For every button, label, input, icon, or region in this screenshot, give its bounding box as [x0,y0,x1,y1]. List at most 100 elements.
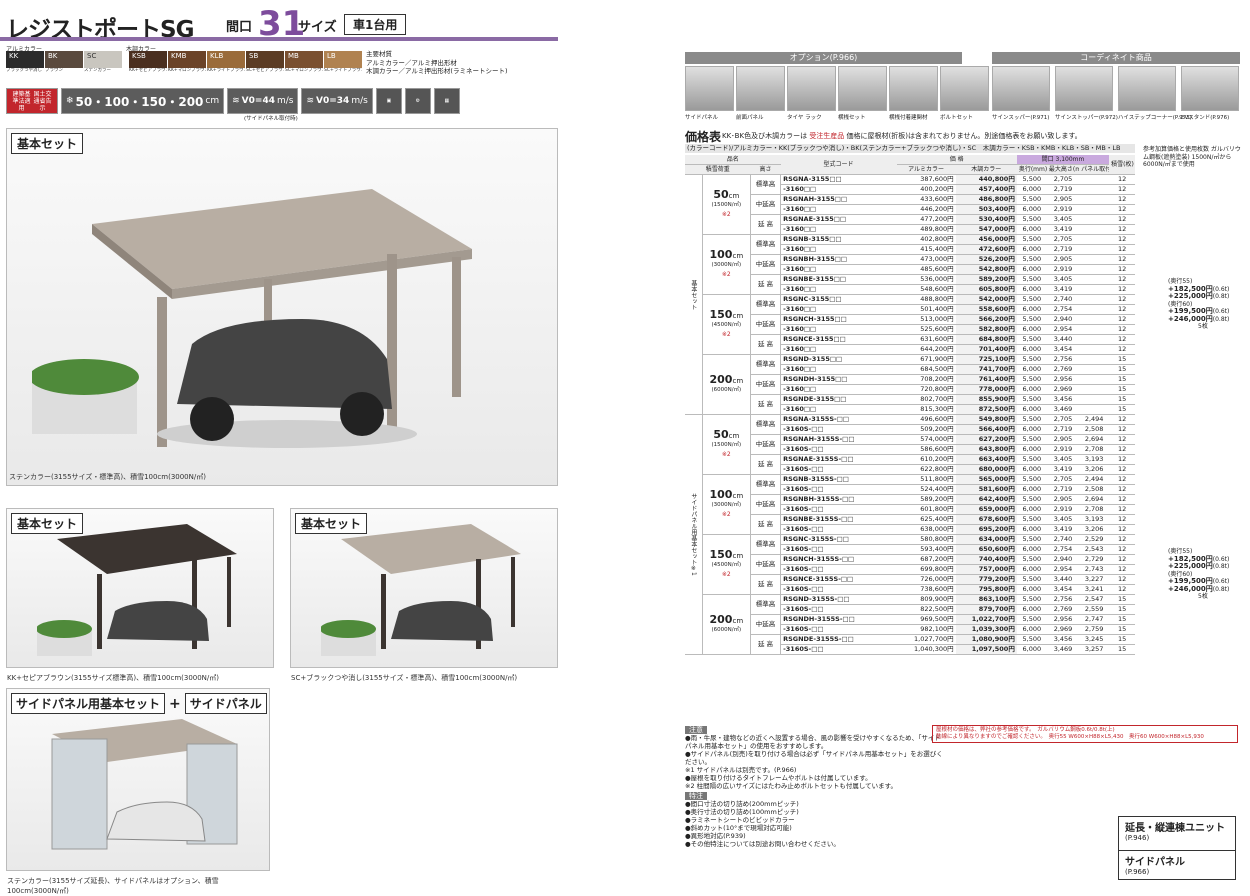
icon-note: (サイドパネル取付時) [244,116,298,122]
model-code: -3160□□ [780,284,897,295]
option-thumb-7[interactable] [1055,66,1113,111]
height-cell: 延 高 [750,334,782,355]
notes: 注意 ●雨・牛尿・建物などの近くへ設置する場合、風の影響を受けやすくなるため、「… [685,726,945,848]
model-code: RSGNAE-3155S-□□ [780,454,897,465]
panel-height: 2,559 [1079,604,1110,615]
link-side-panel[interactable]: サイドパネル (P.966) [1118,850,1236,880]
height-cell: 標準高 [750,294,782,315]
roof-sheets: 15 [1109,594,1135,605]
depth: 6,000 [1016,524,1047,535]
height-cell: 標準高 [750,354,782,375]
model-code: RSGNBE-3155S-□□ [780,514,897,525]
roof-sheets: 12 [1109,234,1135,245]
building-law-icon: 建築基準法適用 国土交通省告示 [6,88,58,114]
p4-plus: + [169,695,181,712]
option-thumb-8[interactable] [1118,66,1176,111]
depth: 5,500 [1016,614,1047,625]
max-height: 2,705 [1046,174,1080,185]
depth: 5,500 [1016,414,1047,425]
depth: 5,500 [1016,454,1047,465]
option-label-7: サインストッパー(P.972) [1055,115,1118,121]
panel-height [1079,354,1110,365]
panel-height: 2,708 [1079,504,1110,515]
th-maxh: 最大高さ(mm) [1046,164,1080,175]
maguchi-label: 間口 [226,20,253,35]
panel-height [1079,274,1110,285]
table-row: 中延高 RSGNDH-3155S-□□ 969,500円 1,022,700円 5,50… [685,614,1135,635]
link-extension-unit[interactable]: 延長・縦連棟ユニット (P.946) [1118,816,1236,852]
price-alumi: 525,600円 [896,324,956,335]
table-row: 延 高 RSGNDE-3155□□ 802,700円 855,900円 5,500 3,4… [685,394,1135,415]
depth: 5,500 [1016,434,1047,445]
roof-sheets: 12 [1109,174,1135,185]
th-panelh: パネル取付高さ(mm) [1079,164,1110,175]
roof-sheets: 12 [1109,254,1135,265]
carport-illustration-dark [37,524,237,656]
panel-height [1079,364,1110,375]
panel-height [1079,264,1110,275]
depth: 5,500 [1016,214,1047,225]
option-thumb-1[interactable] [736,66,785,111]
roof-sheets: 12 [1109,564,1135,575]
price-wood: 779,200円 [955,574,1017,585]
side-reference: 参考加算価格と使用枚数 ガルバリウム鋼板(遮熱塗装) 1500N/㎡から6000… [1143,146,1241,168]
price-wood: 530,400円 [955,214,1017,225]
option-thumb-5[interactable] [940,66,989,111]
roof-sheets: 15 [1109,364,1135,375]
option-thumb-9[interactable] [1181,66,1239,111]
option-thumb-3[interactable] [838,66,887,111]
depth: 6,000 [1016,624,1047,635]
side-roof-block-1: (奥行55) +182,500円(0.6t) +225,000円(0.8t) (… [1168,278,1230,330]
max-height: 2,740 [1046,294,1080,305]
photo-panel-2: 基本セット KK+セピアブラウン(3155サイズ標準高)、積雪100cm(300… [6,508,274,682]
option-thumb-6[interactable] [992,66,1050,111]
max-height: 3,456 [1046,394,1080,405]
model-code: -3160S-□□ [780,524,897,535]
price-alumi: 473,000円 [896,254,956,265]
panel-height: 3,245 [1079,634,1110,645]
model-code: RSGNBE-3155□□ [780,274,897,285]
max-height: 2,719 [1046,244,1080,255]
max-height: 2,919 [1046,504,1080,515]
price-wood: 457,400円 [955,184,1017,195]
price-alumi: 671,900円 [896,354,956,365]
option-label-5: ボルトセット [940,115,974,121]
price-alumi: 610,200円 [896,454,956,465]
special-line: ●斜めカット(10°まで現場対応可能) [685,824,792,832]
roof-sheets: 12 [1109,224,1135,235]
price-wood: 855,900円 [955,394,1017,405]
panel-height: 2,694 [1079,434,1110,445]
model-code: -3160□□ [780,244,897,255]
option-thumb-2[interactable] [787,66,836,111]
max-height: 2,905 [1046,194,1080,205]
price-wood: 684,800円 [955,334,1017,345]
panel-height [1079,324,1110,335]
option-thumb-4[interactable] [889,66,938,111]
panel-height: 3,206 [1079,464,1110,475]
color-swatch-mb: MB SC+マロンブラウン [285,51,323,73]
max-height: 2,969 [1046,624,1080,635]
height-cell: 延 高 [750,514,782,535]
max-height: 2,769 [1046,604,1080,615]
option-label-9: EVスタンド(P.976) [1181,115,1230,121]
table-row: 200cm (6000N/㎡) 標準高 RSGND-3155S-□□ 809,900円 8… [685,594,1135,655]
option-label-6: サインスッパー(P.971) [992,115,1050,121]
option-thumb-0[interactable] [685,66,734,111]
option-label-1: 前面パネル [736,115,764,121]
max-height: 2,905 [1046,434,1080,445]
panel-height: 2,543 [1079,544,1110,555]
depth: 6,000 [1016,444,1047,455]
height-cell: 中延高 [750,434,782,455]
height-cell: 中延高 [750,374,782,395]
roof-sheets: 12 [1109,504,1135,515]
model-code: -3160□□ [780,184,897,195]
price-alumi: 644,200円 [896,344,956,355]
price-alumi: 815,300円 [896,404,956,415]
note-line: ●屋根を取り付けるタイトフレームやボルトは付属しています。 [685,774,872,782]
max-height: 3,440 [1046,334,1080,345]
th-wood: 木調カラー [955,164,1017,175]
model-code: RSGNAH-3155S-□□ [780,434,897,445]
capacity-badge: 車1台用 [344,14,407,35]
height-cell: 標準高 [750,534,782,555]
model-code: RSGND-3155□□ [780,354,897,365]
